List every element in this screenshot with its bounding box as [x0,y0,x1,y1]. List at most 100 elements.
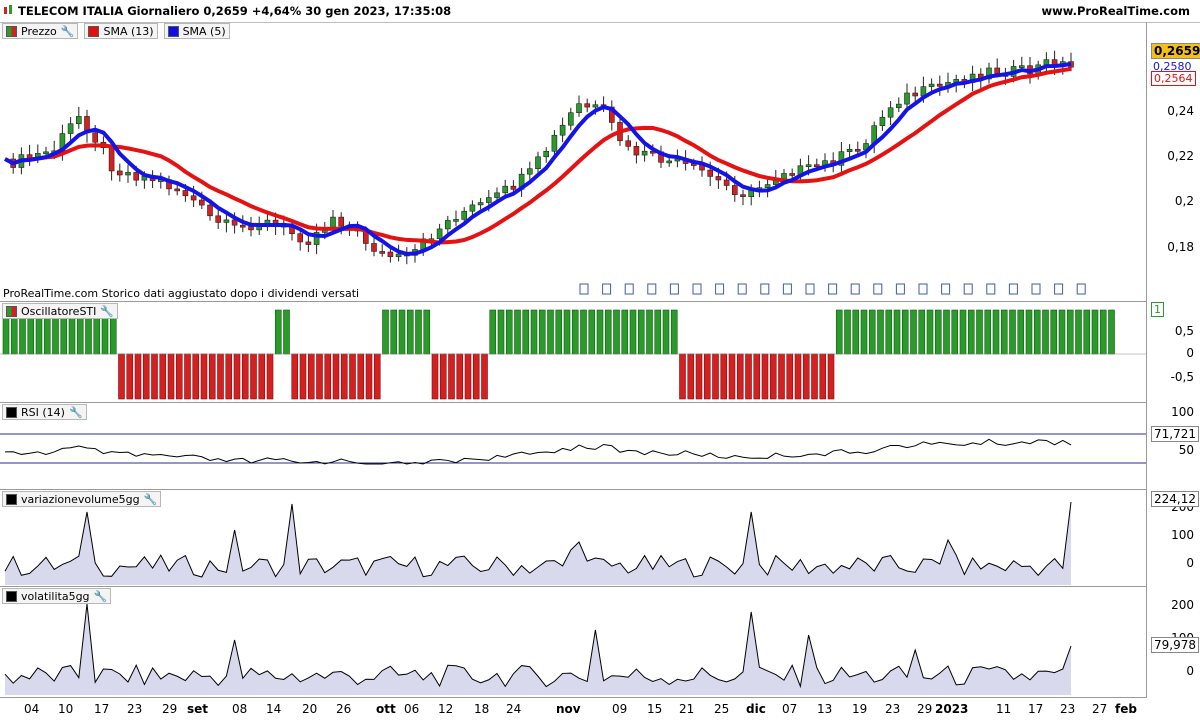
sti-bar [225,353,233,400]
sti-bar [753,353,761,400]
sti-bar [307,353,315,400]
wrench-icon[interactable]: 🔧 [100,305,114,318]
document-icon [850,283,860,295]
candle-body [207,204,213,217]
sti-bar [316,353,323,400]
legend-vol[interactable]: variazionevolume5gg 🔧 [2,491,162,507]
sti-bar [802,353,810,400]
sti-bar [266,353,274,400]
candle-body [723,179,730,186]
sti-bar [1075,309,1082,355]
sti-bar [332,353,340,400]
wrench-icon[interactable]: 🔧 [69,406,83,419]
sti-bar [431,353,439,400]
x-tick: 09 [612,702,628,716]
document-icon [692,283,702,295]
legend-sma13[interactable]: SMA (13) [84,23,158,39]
candle-body [641,150,648,156]
candle-swatch-icon [6,25,17,37]
sti-bar [142,353,150,400]
sma13-value-badge: 0,2564 [1151,71,1196,86]
candle-body [813,164,820,168]
sti-last-badge: 1 [1151,302,1164,317]
candle-body [395,253,402,258]
wrench-icon[interactable]: 🔧 [94,590,108,603]
document-icon [1008,283,1018,295]
legend-rsi[interactable]: RSI (14) 🔧 [2,404,87,420]
legend-volat[interactable]: volatilita5gg 🔧 [2,588,112,604]
chart-canvas[interactable] [0,0,1200,720]
sti-bar [811,353,818,400]
sti-bar [835,309,843,355]
sti-bar [291,353,299,400]
sti-bar [324,353,332,400]
sti-bar [184,353,191,400]
document-icon [602,283,612,295]
vol-swatch-icon [6,493,17,505]
volat-tick: 0 [1186,664,1194,678]
sti-bar [373,353,381,400]
wrench-icon[interactable]: 🔧 [144,493,158,506]
candle-body [330,216,336,228]
candle-body [379,251,386,254]
document-icon [873,283,883,295]
candle-body [108,147,115,172]
sti-bar [588,309,596,355]
sti-bar [1009,309,1016,355]
legend-sti[interactable]: OscillatoreSTI 🔧 [2,303,119,319]
candle-body [477,202,484,206]
sti-bar [662,309,670,355]
sti-bar [217,353,224,400]
sti-bar [1042,309,1049,355]
sti-bar [976,309,983,355]
candle-body [1018,65,1025,68]
sti-bar [233,353,241,400]
sti-bar [621,309,629,355]
sti-swatch-icon [6,305,17,317]
legend-sma5[interactable]: SMA (5) [163,23,230,39]
x-tick: 10 [58,702,74,716]
sti-bar [984,309,992,355]
candle-body [76,116,82,125]
x-tick: 19 [852,702,868,716]
candle-body [633,146,640,156]
sti-bar [472,353,480,400]
candle-body [576,103,582,113]
sti-bar [1033,309,1041,355]
sti-tick: 0,5 [1174,324,1194,338]
sti-bar [736,353,744,400]
candle-body [543,150,550,158]
sti-bar [439,353,447,400]
sti-bar [274,309,282,355]
sti-bar [654,309,662,355]
sti-bar [604,309,612,355]
candle-body [887,107,894,118]
x-tick: 23 [127,702,143,716]
wrench-icon[interactable]: 🔧 [61,25,75,38]
candle-body [928,83,935,87]
rsi-line [4,438,1072,465]
price-tick: 0,2 [1174,194,1194,208]
candle-body [879,116,886,126]
sti-bar [769,353,777,400]
x-tick: 23 [885,702,901,716]
candle-body [715,176,722,181]
x-tick: 13 [817,702,833,716]
candle-body [740,194,746,197]
volat-tick: 200 [1171,598,1194,612]
sti-bar [910,309,917,355]
candle-body [789,173,796,176]
sma5-swatch-icon [167,25,179,37]
candle-body [625,140,632,147]
sti-bar [712,353,719,400]
sti-bar [1025,309,1033,355]
x-tick: nov [556,702,581,716]
sti-bar [571,309,579,355]
sti-bar [679,353,686,400]
legend-sti-label: OscillatoreSTI [21,304,97,318]
legend-price[interactable]: Prezzo 🔧 [2,23,79,39]
x-tick: 2023 [935,702,969,716]
document-icon [1076,283,1086,295]
sti-bar [258,353,266,400]
sti-bar [390,309,398,355]
